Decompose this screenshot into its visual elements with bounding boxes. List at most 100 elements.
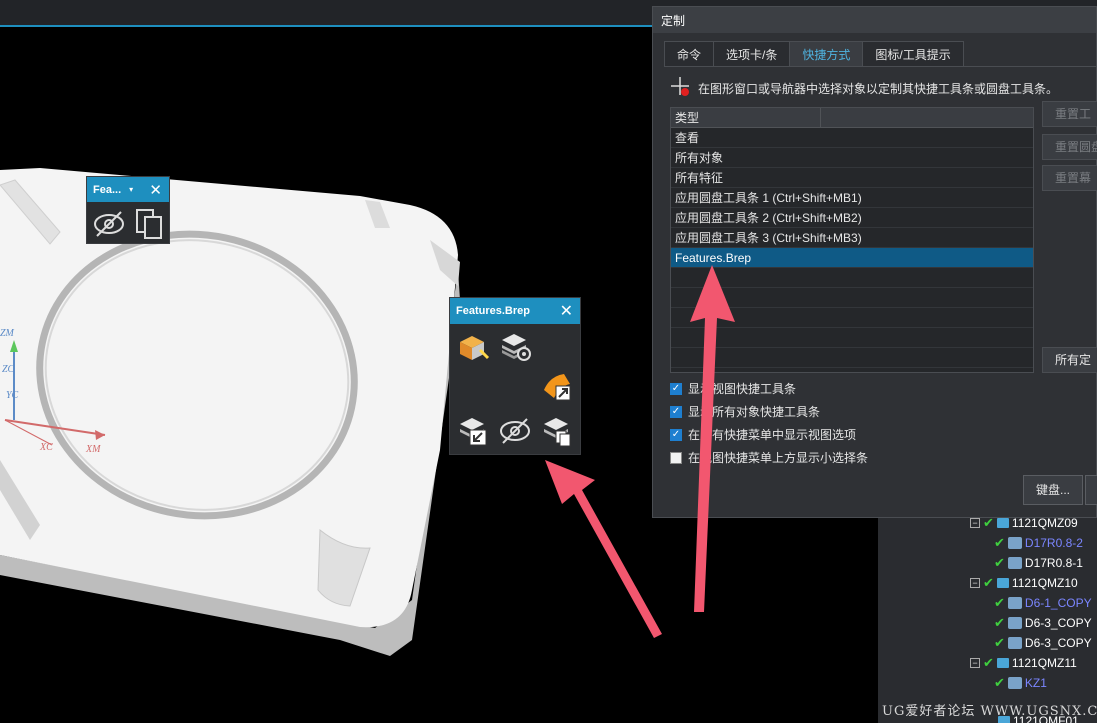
part-icon <box>1007 617 1022 629</box>
mini-toolbar-title: Fea... <box>93 183 122 196</box>
table-row[interactable]: 查看 <box>671 128 1033 148</box>
column-header-type[interactable]: 类型 <box>671 108 821 127</box>
copy-icon[interactable] <box>133 208 165 243</box>
tree-node-folder[interactable]: − ✔ 1121QMZ10 <box>970 573 1078 593</box>
check-icon: ✔ <box>983 575 994 590</box>
part-icon <box>1007 677 1022 689</box>
part-navigator[interactable]: − ✔ 1121QMZ09 ✔ D17R0.8-2 ✔ D17R0.8-1 − ✔ 1121… <box>878 510 1097 723</box>
tree-node-part[interactable]: ✔ D6-3_COPY <box>994 613 1092 633</box>
close-icon[interactable]: ✕ <box>149 181 162 199</box>
reset-toolbar-button[interactable]: 重置工 <box>1042 101 1097 127</box>
table-row-empty <box>671 328 1033 348</box>
collapse-icon[interactable]: − <box>970 518 980 528</box>
part-icon <box>1007 597 1022 609</box>
close-dialog-button[interactable] <box>1085 475 1097 505</box>
collapse-icon[interactable]: − <box>970 658 980 668</box>
table-row[interactable]: 所有特征 <box>671 168 1033 188</box>
tree-node-part[interactable]: ✔ D6-1_COPY <box>994 593 1092 613</box>
hint-text: 在图形窗口或导航器中选择对象以定制其快捷工具条或圆盘工具条。 <box>698 82 1059 96</box>
crosshair-icon <box>670 77 692 100</box>
check-icon: ✔ <box>994 635 1005 650</box>
tree-node-part[interactable]: ✔ D6-3_COPY <box>994 633 1092 653</box>
checkbox-box[interactable] <box>670 451 682 464</box>
checkbox-box[interactable]: ✓ <box>670 405 682 418</box>
checkbox-label: 在视图快捷菜单上方显示小选择条 <box>688 451 869 465</box>
table-row[interactable]: 应用圆盘工具条 1 (Ctrl+Shift+MB1) <box>671 188 1033 208</box>
tree-node-part[interactable]: ✔ KZ1 <box>994 673 1047 693</box>
check-icon: ✔ <box>994 675 1005 690</box>
tree-node-label: KZ1 <box>1024 676 1047 690</box>
mini-shortcut-toolbar[interactable]: Fea... ▾ ✕ <box>86 176 170 244</box>
part-icon <box>1007 537 1022 549</box>
all-custom-button[interactable]: 所有定 <box>1042 347 1097 373</box>
mini-toolbar-header[interactable]: Fea... ▾ ✕ <box>87 177 169 202</box>
reset-menu-button[interactable]: 重置幕 <box>1042 165 1097 191</box>
tree-node-label: D17R0.8-1 <box>1024 556 1083 570</box>
feature-settings-icon[interactable] <box>498 330 532 364</box>
table-row[interactable]: 应用圆盘工具条 2 (Ctrl+Shift+MB2) <box>671 208 1033 228</box>
hide-icon[interactable] <box>498 414 532 448</box>
watermark: UG爱好者论坛 WWW.UGSNX.COM <box>882 704 1097 719</box>
folder-icon <box>996 578 1009 588</box>
check-icon: ✔ <box>994 595 1005 610</box>
checkbox-box[interactable]: ✓ <box>670 382 682 395</box>
tree-node-part[interactable]: ✔ D17R0.8-1 <box>994 553 1083 573</box>
customize-dialog[interactable]: 定制 命令 选项卡/条 快捷方式 图标/工具提示 在图形窗口或导航器中选择对象以… <box>652 6 1097 518</box>
selection-hint: 在图形窗口或导航器中选择对象以定制其快捷工具条或圆盘工具条。 <box>670 77 1058 100</box>
checkbox-label: 显示所有对象快捷工具条 <box>688 405 821 419</box>
move-layer-icon[interactable] <box>456 414 490 448</box>
shortcut-type-table[interactable]: 类型 查看 所有对象 所有特征 应用圆盘工具条 1 (Ctrl+Shift+MB… <box>670 107 1034 373</box>
reset-radial-button[interactable]: 重置圆盘 <box>1042 134 1097 160</box>
part-icon <box>1007 557 1022 569</box>
tree-node-part[interactable]: ✔ D17R0.8-2 <box>994 533 1083 553</box>
edit-feature-icon[interactable] <box>456 330 490 364</box>
table-row[interactable]: 所有对象 <box>671 148 1033 168</box>
chevron-down-icon[interactable]: ▾ <box>129 185 133 194</box>
table-row-empty <box>671 308 1033 328</box>
checkbox-small-selection-bar[interactable]: 在视图快捷菜单上方显示小选择条 <box>670 449 868 466</box>
tab-ribbons[interactable]: 选项卡/条 <box>713 41 791 67</box>
checkbox-show-view-toolbar[interactable]: ✓ 显示视图快捷工具条 <box>670 380 796 397</box>
table-row-empty <box>671 288 1033 308</box>
axis-label-xm: XM <box>85 444 101 455</box>
check-icon: ✔ <box>994 535 1005 550</box>
axis-label-zm: ZM <box>0 328 15 339</box>
tree-node-label: D17R0.8-2 <box>1024 536 1083 550</box>
tab-icons-tooltips[interactable]: 图标/工具提示 <box>862 41 964 67</box>
checkbox-show-all-objects-toolbar[interactable]: ✓ 显示所有对象快捷工具条 <box>670 403 820 420</box>
copy-layer-icon[interactable] <box>540 414 574 448</box>
part-icon <box>1007 637 1022 649</box>
tree-node-folder[interactable]: − ✔ 1121QMZ11 <box>970 653 1077 673</box>
features-toolbar-header[interactable]: Features.Brep ✕ <box>450 298 580 324</box>
checkbox-view-options-in-menus[interactable]: ✓ 在所有快捷菜单中显示视图选项 <box>670 426 856 443</box>
keyboard-button[interactable]: 键盘... <box>1023 475 1083 505</box>
axis-label-zc: ZC <box>2 364 15 375</box>
table-header: 类型 <box>671 108 1033 128</box>
close-icon[interactable]: ✕ <box>560 301 573 321</box>
checkbox-label: 显示视图快捷工具条 <box>688 382 797 396</box>
checkbox-box[interactable]: ✓ <box>670 428 682 441</box>
table-row-empty <box>671 348 1033 368</box>
collapse-icon[interactable]: − <box>970 578 980 588</box>
tree-node-label: D6-3_COPY <box>1024 636 1092 650</box>
features-brep-toolbar[interactable]: Features.Brep ✕ <box>449 297 581 455</box>
table-row[interactable]: 应用圆盘工具条 3 (Ctrl+Shift+MB3) <box>671 228 1033 248</box>
tree-node-label: D6-1_COPY <box>1024 596 1092 610</box>
axis-label-xc: XC <box>39 442 53 453</box>
shortcuts-panel: 在图形窗口或导航器中选择对象以定制其快捷工具条或圆盘工具条。 类型 查看 所有对… <box>664 66 1097 509</box>
tree-node-label: D6-3_COPY <box>1024 616 1092 630</box>
features-toolbar-title: Features.Brep <box>456 305 530 317</box>
hide-icon[interactable] <box>93 208 125 243</box>
checkbox-label: 在所有快捷菜单中显示视图选项 <box>688 428 857 442</box>
check-icon: ✔ <box>983 655 994 670</box>
check-icon: ✔ <box>994 555 1005 570</box>
replace-face-icon[interactable] <box>540 370 574 404</box>
axis-label-yc: YC <box>6 390 19 401</box>
tab-commands[interactable]: 命令 <box>664 41 715 67</box>
folder-icon <box>996 658 1009 668</box>
tree-node-label: 1121QMZ11 <box>1011 656 1077 670</box>
tab-shortcuts[interactable]: 快捷方式 <box>789 41 864 67</box>
table-row-empty <box>671 268 1033 288</box>
dialog-title[interactable]: 定制 <box>653 7 1096 33</box>
table-row-selected[interactable]: Features.Brep <box>671 248 1033 268</box>
